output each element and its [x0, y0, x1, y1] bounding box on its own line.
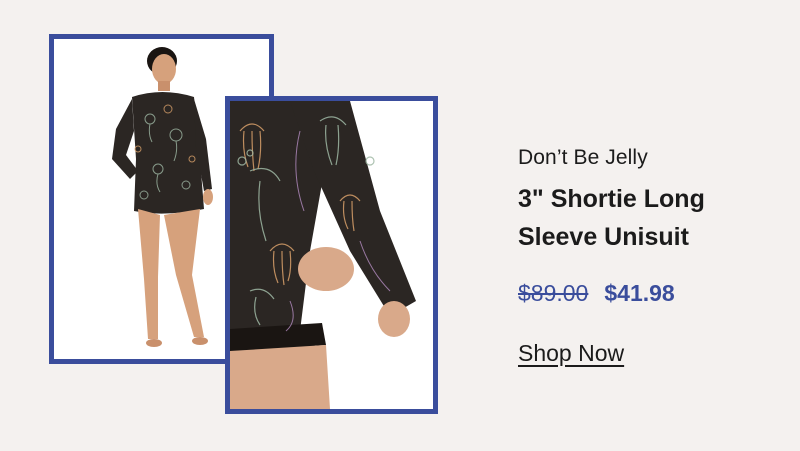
- shop-now-link[interactable]: Shop Now: [518, 340, 624, 367]
- sale-price: $41.98: [604, 280, 675, 306]
- sleeve-detail-photo: [230, 101, 433, 409]
- product-title[interactable]: 3" Shortie Long Sleeve Unisuit: [518, 180, 768, 256]
- original-price: $89.00: [518, 280, 589, 306]
- product-subtitle: Don’t Be Jelly: [518, 146, 648, 169]
- product-image-sleeve-detail[interactable]: [225, 96, 438, 414]
- product-title-line-2: Sleeve Unisuit: [518, 223, 689, 251]
- price-row: $89.00 $41.98: [518, 280, 675, 307]
- product-title-line-1: 3" Shortie Long: [518, 185, 705, 213]
